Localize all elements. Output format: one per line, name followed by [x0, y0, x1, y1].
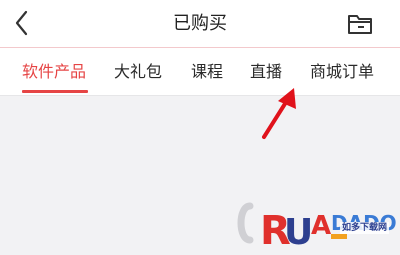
svg-text:A: A	[311, 211, 331, 241]
tab-software-products[interactable]: 软件产品	[22, 48, 86, 95]
chevron-left-icon	[15, 10, 28, 36]
tab-courses[interactable]: 课程	[191, 48, 223, 95]
watermark-site-name: 如多下载网	[340, 222, 390, 234]
folder-icon	[348, 15, 372, 34]
red-arrow-annotation	[262, 88, 296, 139]
top-bar: 已购买	[0, 0, 400, 47]
back-button[interactable]	[10, 8, 36, 38]
folder-button[interactable]	[346, 11, 374, 37]
tab-bar: 软件产品 大礼包 课程 直播 商城订单	[0, 48, 400, 95]
page-title: 已购买	[173, 13, 227, 34]
tab-gift-pack[interactable]: 大礼包	[114, 48, 162, 95]
active-tab-indicator	[22, 90, 88, 93]
tab-mall-orders[interactable]: 商城订单	[310, 48, 374, 95]
svg-text:U: U	[284, 212, 313, 253]
